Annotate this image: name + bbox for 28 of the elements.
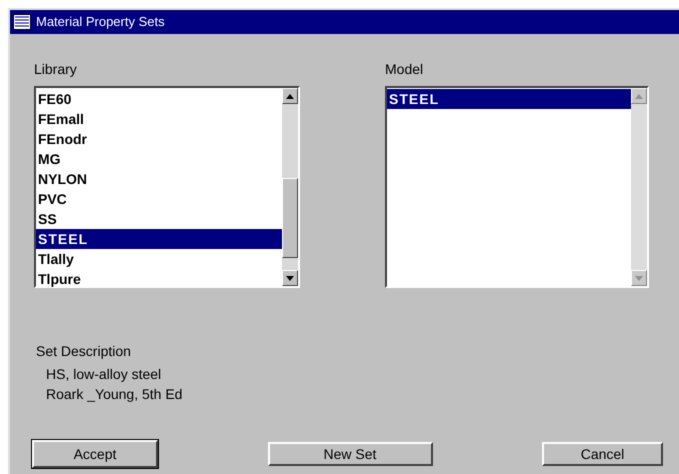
list-item[interactable]: NYLON [36, 169, 282, 189]
up-arrow-icon [286, 94, 294, 98]
library-label: Library [34, 60, 77, 78]
list-item[interactable]: FEnodr [36, 129, 282, 149]
scrollbar-thumb[interactable] [282, 178, 298, 258]
list-item[interactable]: Tlally [36, 249, 282, 269]
scroll-down-button[interactable] [282, 270, 298, 286]
list-item[interactable]: FEmall [36, 109, 282, 129]
dialog-button[interactable]: Cancel [542, 442, 663, 466]
down-arrow-icon [286, 276, 294, 280]
dialog-button[interactable]: Accept [32, 440, 158, 468]
model-label: Model [385, 60, 424, 78]
up-arrow-icon [635, 94, 643, 98]
set-description-label: Set Description [36, 342, 131, 360]
description-line: Roark _Young, 5th Ed [46, 385, 182, 404]
list-item[interactable]: MG [36, 149, 282, 169]
window-title: Material Property Sets [36, 13, 165, 32]
list-item[interactable]: STEEL [387, 89, 631, 109]
dialog-button[interactable]: New Set [268, 442, 432, 466]
list-item[interactable]: SS [36, 209, 282, 229]
list-item[interactable]: STEEL [36, 229, 282, 249]
list-item[interactable]: Tlpure [36, 269, 282, 289]
list-item[interactable]: PVC [36, 189, 282, 209]
description-line: HS, low-alloy steel [46, 365, 162, 384]
down-arrow-icon [635, 276, 643, 280]
scroll-up-button[interactable] [282, 88, 298, 104]
list-item[interactable]: FE60 [36, 89, 282, 109]
window-menu-icon[interactable] [13, 14, 31, 30]
